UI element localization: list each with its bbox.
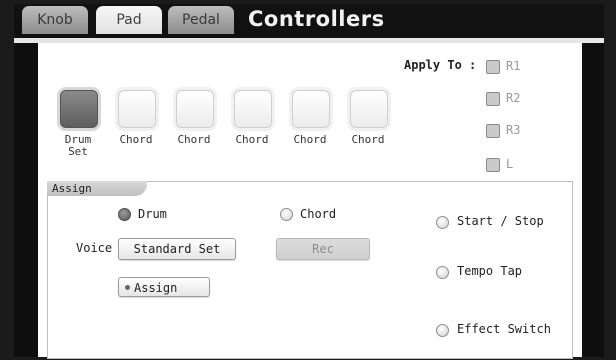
chord-radio[interactable]: [280, 208, 293, 221]
pad-2-chord[interactable]: [118, 90, 156, 128]
apply-to-label: Apply To :: [404, 58, 477, 72]
pad-1-drum-set[interactable]: [60, 90, 98, 128]
pad-2-label: Chord: [119, 133, 153, 146]
pad-5-label: Chord: [293, 133, 327, 146]
assign-button-label: Assign: [134, 281, 178, 295]
pad-5-chord[interactable]: [292, 90, 330, 128]
tab-knob[interactable]: Knob: [22, 6, 88, 34]
voice-label: Voice: [76, 241, 113, 255]
tempo-tap-radio[interactable]: [436, 266, 449, 279]
pad-1-label-line2: Set: [68, 145, 88, 158]
rec-button[interactable]: Rec: [276, 238, 370, 260]
drum-radio[interactable]: [118, 208, 131, 221]
pad-6-label: Chord: [351, 133, 385, 146]
page-title: Controllers: [248, 7, 385, 31]
pad-4-chord[interactable]: [234, 90, 272, 128]
assign-button[interactable]: Assign: [118, 277, 210, 297]
start-stop-radio[interactable]: [436, 216, 449, 229]
tab-pedal[interactable]: Pedal: [168, 6, 234, 34]
apply-to-r3-checkbox[interactable]: [486, 124, 500, 138]
effect-switch-label: Effect Switch: [457, 322, 551, 336]
apply-to-l-label: L: [506, 157, 514, 171]
assign-title: Assign: [52, 182, 92, 195]
pad-3-label: Chord: [177, 133, 211, 146]
pad-6-chord[interactable]: [350, 90, 388, 128]
effect-switch-radio[interactable]: [436, 324, 449, 337]
apply-to-r2-label: R2: [506, 91, 521, 105]
assign-bullet-icon: [125, 285, 130, 290]
apply-to-r1-checkbox[interactable]: [486, 60, 500, 74]
apply-to-l-checkbox[interactable]: [486, 158, 500, 172]
tempo-tap-label: Tempo Tap: [457, 264, 523, 278]
drum-label: Drum: [138, 207, 167, 221]
apply-to-r3-label: R3: [506, 123, 521, 137]
voice-select-button[interactable]: Standard Set: [118, 238, 236, 260]
tab-pad[interactable]: Pad: [96, 6, 162, 34]
left-border: [14, 43, 38, 357]
apply-to-r2-checkbox[interactable]: [486, 92, 500, 106]
controllers-screen: Knob Pad Pedal Controllers Apply To : R1…: [0, 0, 616, 360]
pad-4-label: Chord: [235, 133, 269, 146]
right-border: [582, 43, 604, 357]
pad-1-label: Drum Set: [48, 134, 108, 158]
apply-to-r1-label: R1: [506, 59, 521, 73]
chord-label: Chord: [300, 207, 337, 221]
pad-3-chord[interactable]: [176, 90, 214, 128]
start-stop-label: Start / Stop: [457, 214, 544, 228]
